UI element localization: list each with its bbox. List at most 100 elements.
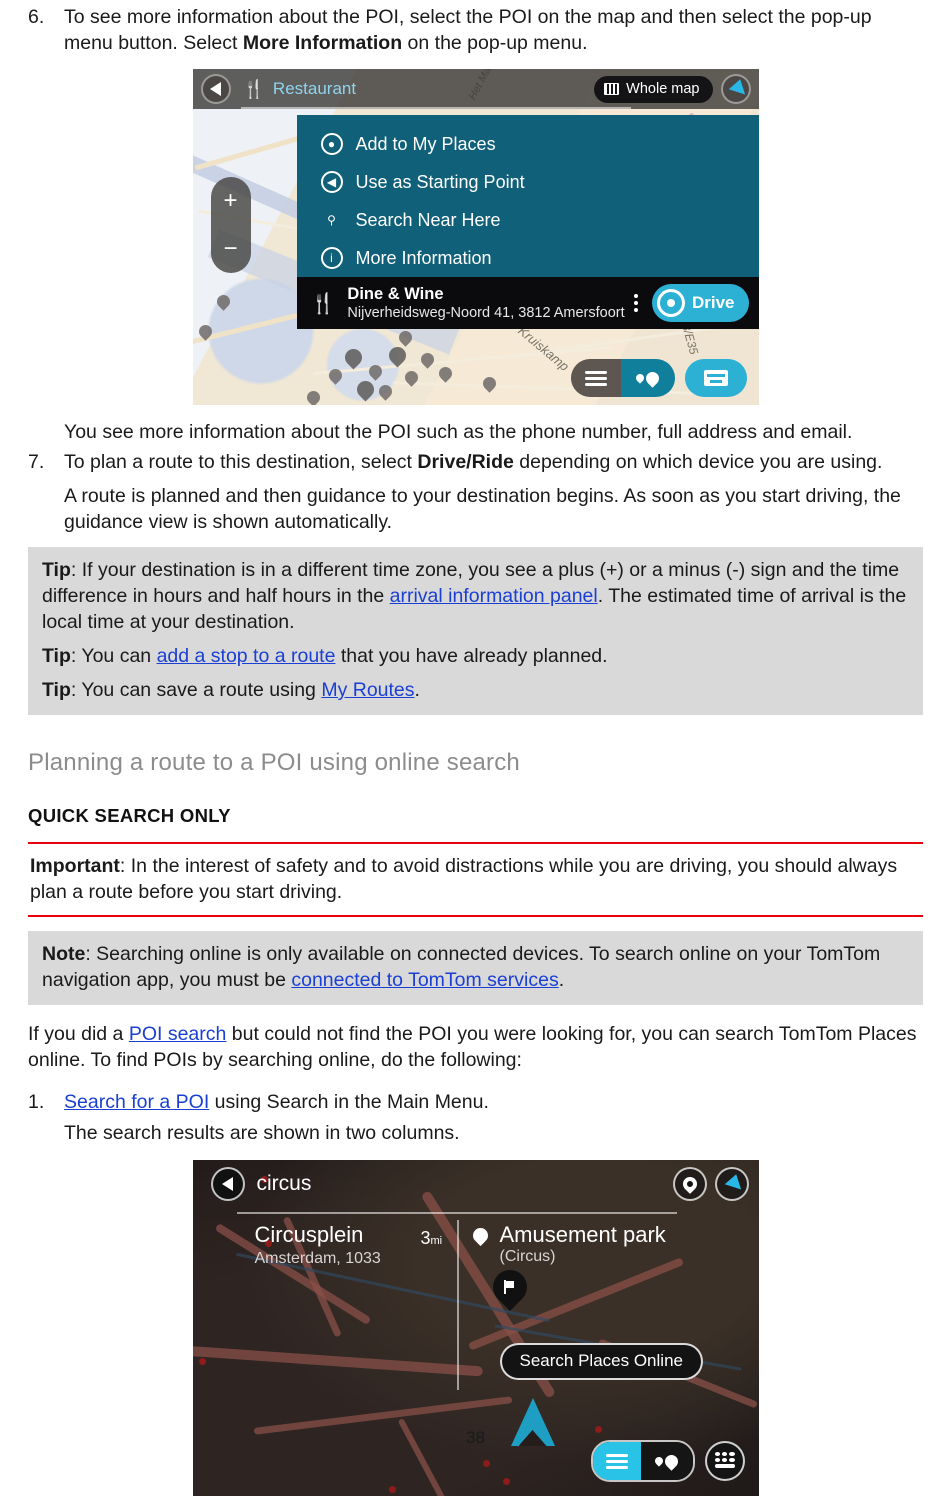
search-near-here-icon: ⚲ xyxy=(327,213,336,227)
tip-1: Tip: If your destination is in a differe… xyxy=(42,557,909,635)
step-1-rest: using Search in the Main Menu. xyxy=(209,1091,489,1113)
figure1-title: Restaurant xyxy=(272,79,357,98)
step-1-text: Search for a POI using Search in the Mai… xyxy=(64,1089,923,1115)
tip-2-text-a: : You can xyxy=(70,645,157,667)
menu-item-use-as-starting-point[interactable]: ◀ Use as Starting Point xyxy=(297,163,759,201)
figure2-top-bar: circus xyxy=(193,1160,759,1208)
step-6-number: 6. xyxy=(28,6,45,28)
result-distance-unit: mi xyxy=(430,1235,443,1247)
back-arrow-icon[interactable] xyxy=(200,74,231,104)
zoom-out-button[interactable]: − xyxy=(223,237,237,261)
section-subtitle: QUICK SEARCH ONLY xyxy=(28,805,231,826)
result-distance-value: 3 xyxy=(420,1228,431,1248)
zoom-controls[interactable]: + − xyxy=(210,177,251,273)
overflow-menu-icon[interactable] xyxy=(626,290,646,316)
map-poi-dot xyxy=(502,1478,510,1485)
list-item-step-6: 6. To see more information about the POI… xyxy=(28,4,923,56)
step-7-text: To plan a route to this destination, sel… xyxy=(64,449,923,475)
figure1-top-bar: 🍴 Restaurant Whole map xyxy=(192,69,759,109)
search-field-underline xyxy=(236,1212,677,1214)
note-callout: Note: Searching online is only available… xyxy=(28,931,923,1005)
poi-detail-bar: 🍴 Dine & Wine Nijverheidsweg-Noord 41, 3… xyxy=(296,277,759,329)
poi-address: Nijverheidsweg-Noord 41, 3812 Amersfoort xyxy=(347,304,625,321)
whole-map-label: Whole map xyxy=(626,80,700,97)
category-subtitle: (Circus) xyxy=(499,1248,556,1265)
important-body: : In the interest of safety and to avoid… xyxy=(30,855,898,903)
link-search-for-a-poi[interactable]: Search for a POI xyxy=(64,1091,209,1113)
paragraph-intro-online: If you did a POI search but could not fi… xyxy=(28,1021,923,1073)
menu-item-label: Use as Starting Point xyxy=(355,171,525,192)
category-pin-icon xyxy=(469,1224,491,1247)
link-connected-to-tomtom-services[interactable]: connected to TomTom services xyxy=(291,969,558,991)
figure1-bottom-bar xyxy=(570,359,747,397)
step-7-text-before: To plan a route to this destination, sel… xyxy=(64,451,418,473)
navigation-arrow-icon[interactable] xyxy=(714,1167,749,1201)
step-7-bold-term: Drive/Ride xyxy=(417,451,514,473)
tips-callout: Tip: If your destination is in a differe… xyxy=(28,547,923,715)
link-arrival-information-panel[interactable]: arrival information panel xyxy=(390,585,598,607)
figure1-title-underline xyxy=(240,107,631,109)
zoom-in-button[interactable]: + xyxy=(223,189,237,213)
tip-label: Tip xyxy=(42,645,71,667)
keyboard-icon[interactable] xyxy=(684,359,747,397)
paragraph-after-figure-1: You see more information about the POI s… xyxy=(64,421,853,443)
results-column-divider xyxy=(456,1220,459,1390)
poi-name: Dine & Wine xyxy=(347,284,444,303)
drive-button[interactable]: Drive xyxy=(651,284,749,322)
steering-wheel-icon xyxy=(656,289,685,317)
figure-poi-popup-menu: Het Mas Kruiskamp A28/E35 🍴 Restaurant W… xyxy=(192,69,759,405)
restaurant-cutlery-icon: 🍴 xyxy=(310,292,336,315)
category-name: Amusement park xyxy=(499,1222,666,1247)
menu-item-label: More Information xyxy=(355,247,492,268)
important-block: Important: In the interest of safety and… xyxy=(28,844,923,915)
menu-item-more-information[interactable]: i More Information xyxy=(297,239,759,277)
note-text: Note: Searching online is only available… xyxy=(42,941,909,993)
link-add-a-stop-to-a-route[interactable]: add a stop to a route xyxy=(157,645,336,667)
intro-online-a: If you did a xyxy=(28,1023,129,1045)
link-poi-search[interactable]: POI search xyxy=(129,1023,227,1045)
step-1-number: 1. xyxy=(28,1091,45,1113)
list-item-step-7: 7. To plan a route to this destination, … xyxy=(28,449,923,475)
search-near-me-pin-icon[interactable] xyxy=(672,1167,707,1201)
more-information-icon: i xyxy=(320,247,343,269)
tip-3: Tip: You can save a route using My Route… xyxy=(42,677,909,703)
important-text: Important: In the interest of safety and… xyxy=(30,853,921,905)
search-input[interactable]: circus xyxy=(257,1172,665,1196)
tip-3-text-b: . xyxy=(414,679,420,701)
list-item-step-1: 1. Search for a POI using Search in the … xyxy=(28,1089,923,1115)
map-grid-icon xyxy=(604,82,620,95)
paragraph-step-1-sub: The search results are shown in two colu… xyxy=(64,1122,460,1144)
tip-label: Tip xyxy=(42,559,71,581)
use-as-starting-point-icon: ◀ xyxy=(320,171,343,193)
menu-item-label: Add to My Places xyxy=(355,133,496,154)
menu-item-search-near-here[interactable]: ⚲ Search Near Here xyxy=(297,201,759,239)
page-number: 38 xyxy=(466,1428,485,1447)
whole-map-button[interactable]: Whole map xyxy=(594,75,713,103)
map-poi-dot xyxy=(482,1460,490,1467)
map-poi-dot xyxy=(198,1358,206,1365)
page-title: Planning a route to a POI using online s… xyxy=(28,749,520,776)
restaurant-cutlery-icon: 🍴 xyxy=(242,79,265,99)
drive-button-label: Drive xyxy=(691,293,735,312)
result-distance: 3mi xyxy=(421,1228,443,1249)
back-arrow-icon[interactable] xyxy=(210,1167,245,1201)
search-category-item[interactable]: Amusement park (Circus) xyxy=(469,1222,666,1267)
result-subtitle: Amsterdam, 1033 xyxy=(254,1250,381,1267)
step-7-text-after: depending on which device you are using. xyxy=(513,451,883,473)
tip-label: Tip xyxy=(42,679,71,701)
main-menu-places-toggle[interactable] xyxy=(570,359,675,397)
paragraph-after-step-7: A route is planned and then guidance to … xyxy=(64,485,901,533)
menu-item-label: Search Near Here xyxy=(355,209,501,230)
navigation-arrow-icon[interactable] xyxy=(720,74,751,104)
link-my-routes[interactable]: My Routes xyxy=(321,679,414,701)
poi-popup-menu: ● Add to My Places ◀ Use as Starting Poi… xyxy=(296,115,759,288)
search-places-online-button[interactable]: Search Places Online xyxy=(499,1343,703,1380)
main-menu-icon[interactable] xyxy=(570,359,621,397)
note-body-b: . xyxy=(558,969,565,991)
menu-item-add-to-my-places[interactable]: ● Add to My Places xyxy=(297,125,759,163)
step-7-number: 7. xyxy=(28,451,45,473)
map-pins-icon[interactable] xyxy=(620,359,675,397)
tip-3-text-a: : You can save a route using xyxy=(70,679,322,701)
document-page: 6. To see more information about the POI… xyxy=(0,4,951,1496)
step-6-bold-term: More Information xyxy=(242,32,403,54)
